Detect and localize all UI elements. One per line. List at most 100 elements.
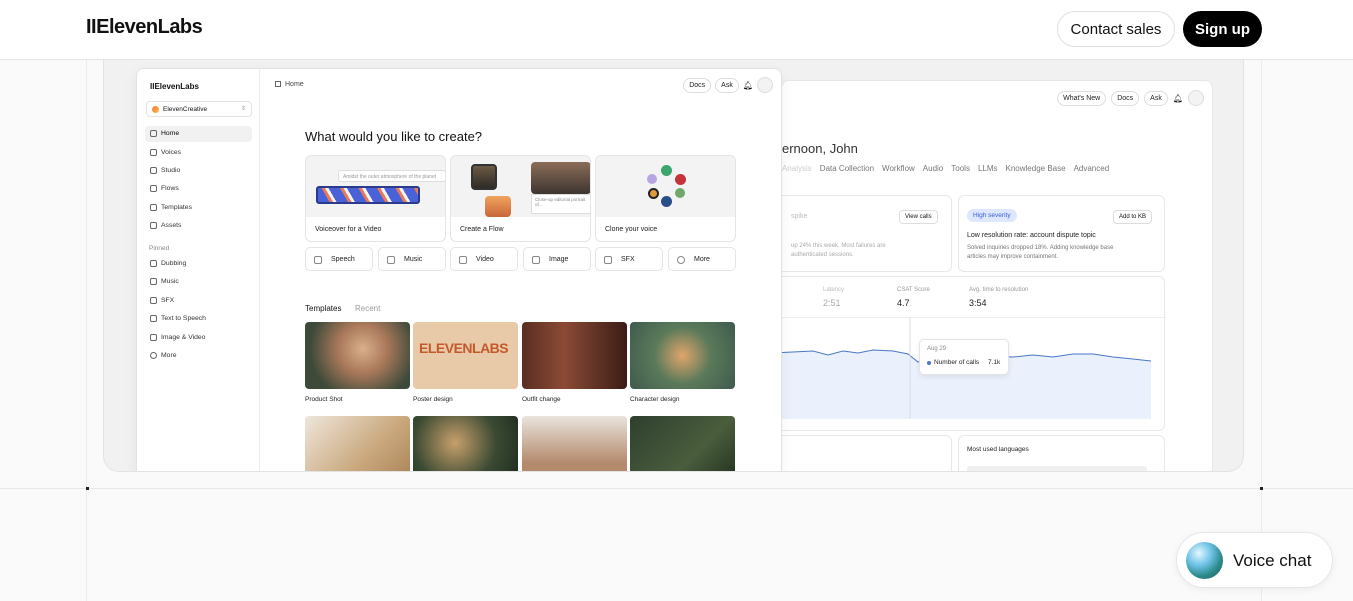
templates-icon	[150, 204, 157, 211]
tab-data-collection[interactable]: Data Collection	[820, 164, 874, 173]
music-tool-button[interactable]: Music	[378, 247, 446, 271]
breadcrumb-label: Home	[285, 81, 304, 88]
sidebar-item-label: Home	[161, 130, 180, 137]
docs-button[interactable]: Docs	[683, 77, 712, 93]
sidebar-toggle-icon	[275, 81, 281, 87]
sidebar-item-label: Voices	[161, 149, 182, 156]
bell-icon[interactable]: 🔔︎	[743, 81, 753, 90]
speech-tool-button[interactable]: Speech	[305, 247, 373, 271]
tab-llms[interactable]: LLMs	[978, 164, 998, 173]
waveform-clip	[316, 186, 420, 204]
flow-preview: Close-up editorial portrait of...	[451, 156, 590, 217]
voice-orb	[675, 174, 686, 185]
outfit-change-thumbnail[interactable]	[522, 322, 627, 389]
workspace-icon	[152, 106, 159, 113]
sidebar-item-templates[interactable]: Templates	[145, 200, 252, 216]
tool-label: Image	[549, 256, 569, 263]
tab-workflow[interactable]: Workflow	[882, 164, 915, 173]
alert-card: spike up 24% this week. Most failures ar…	[782, 195, 952, 272]
clone-voice-card[interactable]: Clone your voice	[595, 155, 736, 242]
flows-icon	[150, 185, 157, 192]
tooltip-date: Aug 29	[927, 346, 947, 352]
template-thumbnail[interactable]	[522, 416, 627, 471]
sidebar-item-sfx[interactable]: SFX	[145, 293, 252, 309]
tooltip-value: 7.1k	[988, 359, 1001, 366]
voiceover-prompt: Amidst the outer atmosphere of the plane…	[338, 170, 445, 182]
voice-orb-icon	[1186, 542, 1223, 579]
tab-advanced[interactable]: Advanced	[1074, 164, 1110, 173]
character-design-thumbnail[interactable]	[630, 322, 735, 389]
ask-button[interactable]: Ask	[1144, 90, 1168, 106]
severity-card: High severity Add to KB Low resolution r…	[958, 195, 1165, 272]
voice-orb	[648, 188, 659, 199]
more-icon	[677, 256, 685, 264]
view-calls-button[interactable]: View calls	[899, 210, 938, 224]
sidebar-item-more[interactable]: More	[145, 348, 252, 364]
tool-label: Video	[476, 256, 494, 263]
sidebar: IIElevenLabs ElevenCreative ⇕ Home Voice…	[137, 69, 260, 471]
analytics-window: What's New Docs Ask 🔔︎ ernoon, John Anal…	[781, 80, 1213, 471]
tab-tools[interactable]: Tools	[951, 164, 970, 173]
sidebar-item-home[interactable]: Home	[145, 126, 252, 142]
video-tool-button[interactable]: Video	[450, 247, 518, 271]
studio-icon	[150, 167, 157, 174]
voices-icon	[150, 149, 157, 156]
avatar[interactable]	[1188, 90, 1204, 106]
sidebar-item-label: Dubbing	[161, 260, 187, 267]
create-heading: What would you like to create?	[305, 129, 483, 144]
voice-orb	[647, 174, 657, 184]
poster-design-thumbnail[interactable]: ELEVENLABS	[413, 322, 518, 389]
tab-templates[interactable]: Templates	[305, 304, 341, 313]
voiceover-card[interactable]: Amidst the outer atmosphere of the plane…	[305, 155, 446, 242]
more-icon	[150, 352, 157, 359]
bell-icon[interactable]: 🔔︎	[1173, 94, 1183, 103]
docs-button[interactable]: Docs	[1111, 90, 1140, 106]
template-thumbnail[interactable]	[305, 416, 410, 471]
tab-recent[interactable]: Recent	[355, 304, 380, 313]
frame-guide-left	[86, 60, 87, 601]
video-icon	[459, 256, 467, 264]
voice-orb	[661, 196, 672, 207]
breadcrumb[interactable]: Home	[275, 81, 304, 88]
sidebar-item-dubbing[interactable]: Dubbing	[145, 256, 252, 272]
tab-audio[interactable]: Audio	[923, 164, 943, 173]
sidebar-item-flows[interactable]: Flows	[145, 181, 252, 197]
sidebar-item-voices[interactable]: Voices	[145, 145, 252, 161]
avatar[interactable]	[757, 77, 773, 93]
sidebar-item-assets[interactable]: Assets	[145, 218, 252, 234]
alert-title: spike	[791, 213, 808, 220]
sidebar-item-label: Text to Speech	[161, 315, 206, 322]
sidebar-item-text-to-speech[interactable]: Text to Speech	[145, 311, 252, 327]
workspace-selector[interactable]: ElevenCreative ⇕	[146, 101, 252, 117]
severity-badge: High severity	[967, 209, 1017, 222]
card-label: Create a Flow	[460, 226, 504, 233]
add-to-kb-button[interactable]: Add to KB	[1113, 210, 1153, 224]
elevenlabs-logo[interactable]: IIElevenLabs	[86, 16, 203, 39]
sidebar-logo[interactable]: IIElevenLabs	[150, 82, 199, 91]
template-thumbnail[interactable]	[413, 416, 518, 471]
image-tool-button[interactable]: Image	[523, 247, 591, 271]
create-flow-card[interactable]: Close-up editorial portrait of... Create…	[450, 155, 591, 242]
template-label: Poster design	[413, 396, 453, 403]
stat-label: CSAT Score	[897, 287, 930, 293]
product-shot-thumbnail[interactable]	[305, 322, 410, 389]
tool-label: More	[694, 256, 710, 263]
more-tool-button[interactable]: More	[668, 247, 736, 271]
template-label: Product Shot	[305, 396, 343, 403]
sidebar-item-label: Flows	[161, 185, 179, 192]
tab-analysis[interactable]: Analysis	[782, 164, 812, 173]
stat-value: 4.7	[897, 298, 910, 308]
poster-text: ELEVENLABS	[419, 340, 509, 356]
sign-up-button[interactable]: Sign up	[1183, 11, 1262, 47]
sidebar-item-studio[interactable]: Studio	[145, 163, 252, 179]
whats-new-button[interactable]: What's New	[1057, 90, 1107, 106]
sfx-tool-button[interactable]: SFX	[595, 247, 663, 271]
ask-button[interactable]: Ask	[715, 77, 739, 93]
sidebar-item-image-video[interactable]: Image & Video	[145, 330, 252, 346]
contact-sales-button[interactable]: Contact sales	[1057, 11, 1175, 47]
tab-knowledge-base[interactable]: Knowledge Base	[1006, 164, 1066, 173]
template-thumbnail[interactable]	[630, 416, 735, 471]
sidebar-item-music[interactable]: Music	[145, 274, 252, 290]
severity-text-2: articles may improve containment.	[967, 254, 1059, 260]
voice-chat-button[interactable]: Voice chat	[1176, 532, 1333, 588]
